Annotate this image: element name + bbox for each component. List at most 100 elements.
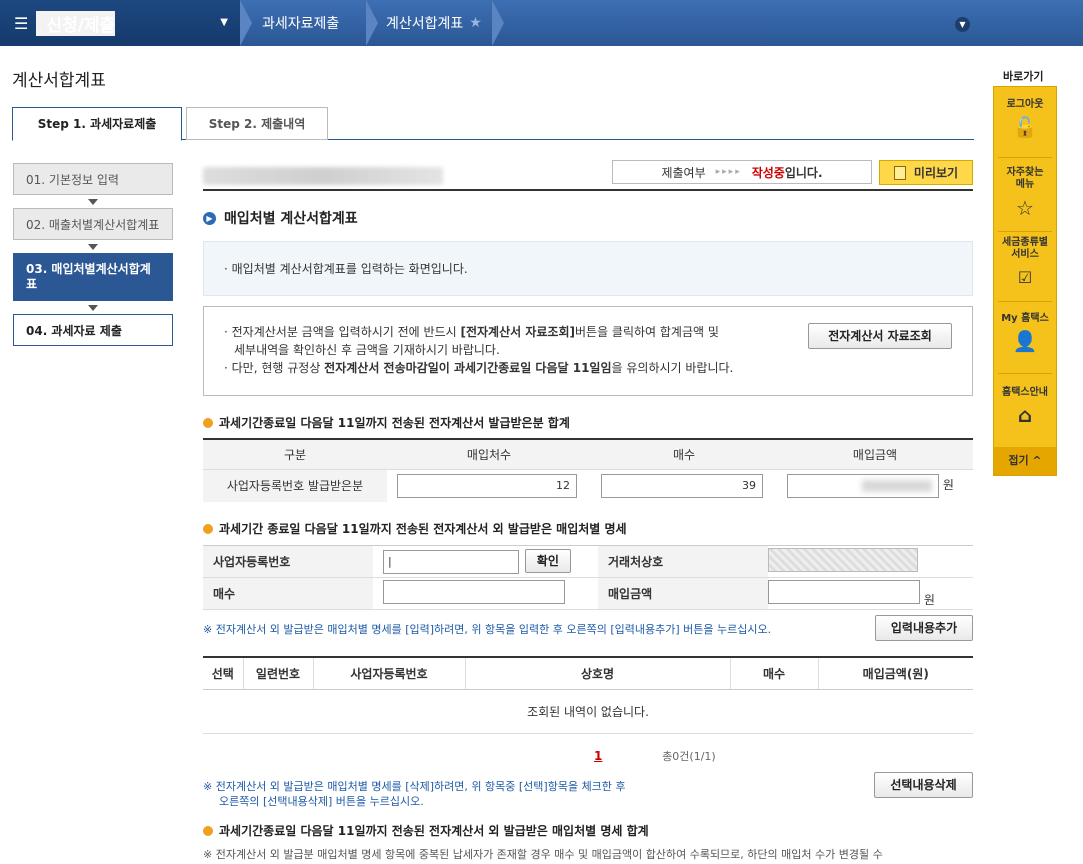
guidance-text: 버튼을 클릭하여 합계금액 및 [574,325,719,339]
total-count: 총0건(1/1) [662,750,716,763]
chevron-down-icon: ▼ [220,17,228,28]
checkbox-icon: ☑ [1017,268,1033,287]
status-value: 작성중 [751,165,785,180]
breadcrumb-separator [366,0,380,46]
col-header-sheets: 매수 [730,657,819,690]
quick-label: 세금종류별 서비스 [1002,237,1048,260]
quick-favorites[interactable]: 자주찾는 메뉴 ☆ [1003,167,1047,221]
preview-button[interactable]: 미리보기 [879,160,973,185]
entry-list-table: 선택 일련번호 사업자등록번호 상호명 매수 매입금액(원) 조회된 내역이 없… [203,656,973,734]
col-header: 구분 [203,439,387,470]
purchase-amount-field[interactable] [787,473,939,498]
breadcrumb-item-invoice-summary[interactable]: 계산서합계표 ★ [386,0,482,46]
bullet-icon [203,417,213,428]
taxpayer-info-redacted [203,167,443,185]
guidance-text: · 다만, 현행 규정상 [224,361,325,375]
quick-label: 자주찾는 메뉴 [1006,167,1044,190]
quick-label: 로그아웃 [1006,99,1044,110]
col-header: 매수 [591,439,777,470]
field-label: 매입금액 [598,577,768,610]
hamburger-icon: ☰ [14,13,29,33]
divider [998,373,1052,374]
delete-selected-button[interactable]: 선택내용삭제 [874,772,973,798]
main-menu-label: 신청/제출 [36,10,116,36]
arrow-down-icon [88,305,98,311]
person-icon: 👤 [1012,329,1038,353]
add-entry-button[interactable]: 입력내용추가 [875,615,973,641]
sheet-count-field[interactable]: 39 [601,473,763,498]
status-label: 제출여부 [661,165,706,180]
guidance-text: · 전자계산서분 금액을 입력하시기 전에 반드시 [224,325,461,339]
field-label: 거래처상호 [598,545,768,578]
arrow-down-icon [88,244,98,250]
bottom-summary-title: 과세기간종료일 다음달 11일까지 전송된 전자계산서 외 발급받은 매입처별 … [203,822,649,839]
step-basic-info[interactable]: 01. 기본정보 입력 [13,163,173,195]
tab-step2[interactable]: Step 2. 제출내역 [186,107,328,140]
info-box-intro: · 매입처별 계산서합계표를 입력하는 화면입니다. [203,241,973,296]
bullet-arrow-icon: ▶ [203,211,216,225]
step-purchase-summary[interactable]: 03. 매입처별계산서합계표 [13,253,173,301]
col-header-bizno: 사업자등록번호 [313,657,466,690]
preview-label: 미리보기 [913,166,959,180]
step-sales-summary[interactable]: 02. 매출처별계산서합계표 [13,208,173,240]
summary-title: 과세기간종료일 다음달 11일까지 전송된 전자계산서 발급받은분 합계 [203,414,570,431]
detail-title-text: 과세기간 종료일 다음달 11일까지 전송된 전자계산서 외 발급받은 매입처별… [219,522,627,536]
breadcrumb-separator [240,0,254,46]
detail-entry-form: 사업자등록번호 | 확인 거래처상호 매수 매입금액 원 [203,545,973,610]
quick-label: My 홈택스 [1001,313,1049,324]
sheets-input[interactable] [383,580,565,604]
top-navigation-bar: ☰ 신청/제출 ▼ 과세자료제출 계산서합계표 ★ ▼ [0,0,1083,46]
col-header-select: 선택 [203,657,244,690]
field-label: 사업자등록번호 [203,545,373,578]
won-unit: 원 [923,592,935,607]
quick-my-hometax[interactable]: My 홈택스 👤 [994,309,1056,354]
note-line: ※ 전자계산서 외 발급받은 매입처별 명세를 [삭제]하려면, 위 항목중 [… [203,780,626,793]
quick-hometax-guide[interactable]: 홈택스안내 ⌂ [994,383,1056,428]
step-tabs: Step 1. 과세자료제출 Step 2. 제출내역 [12,107,974,141]
business-number-input[interactable]: | [383,550,519,574]
add-instruction-note: ※ 전자계산서 외 발급받은 매입처별 명세를 [입력]하려면, 위 항목을 입… [203,623,772,636]
quick-menu-title: 바로가기 [1003,70,1044,83]
empty-message: 조회된 내역이 없습니다. [203,689,973,734]
breadcrumb-label: 계산서합계표 [386,16,464,32]
star-icon[interactable]: ★ [469,15,482,31]
bullet-icon [203,825,213,836]
e-invoice-lookup-button[interactable]: 전자계산서 자료조회 [808,323,952,349]
tab-step1[interactable]: Step 1. 과세자료제출 [12,107,182,141]
star-icon: ☆ [1016,196,1034,220]
submission-status: 제출여부 ▸▸▸▸ 작성중입니다. [612,160,872,184]
field-label: 매수 [203,577,373,610]
page-link[interactable]: 1 [594,749,602,763]
breadcrumb-item-submission[interactable]: 과세자료제출 [262,0,339,46]
guidance-bold: 전자계산서 전송마감일이 과세기간종료일 다음달 11일임 [324,361,612,375]
redacted-amount [862,479,932,492]
quick-label: 홈택스안내 [1002,387,1048,398]
divider [998,157,1052,158]
col-header: 매입처수 [387,439,591,470]
expand-menu-icon[interactable]: ▼ [955,17,970,32]
bullet-icon [203,523,213,534]
won-unit: 원 [942,477,954,492]
bottom-note: ※ 전자계산서 외 발급분 매입처별 명세 항목에 중복된 납세자가 존재할 경… [203,848,883,861]
amount-input[interactable] [768,579,920,604]
breadcrumb-separator [492,0,506,46]
quick-menu: 로그아웃 🔓 자주찾는 메뉴 ☆ 세금종류별 서비스 ☑ My 홈택스 👤 홈택… [993,86,1057,476]
confirm-button[interactable]: 확인 [524,549,571,573]
arrow-down-icon [88,199,98,205]
supplier-count-field[interactable]: 12 [397,473,577,498]
row-label: 사업자등록번호 발급받은분 [203,469,387,502]
col-header: 매입금액 [777,439,973,470]
col-header-name: 상호명 [465,657,731,690]
main-menu-button[interactable]: ☰ 신청/제출 ▼ [0,0,240,46]
step-submit[interactable]: 04. 과세자료 제출 [13,314,173,346]
guidance-text: 을 유의하시기 바랍니다. [611,361,734,375]
quick-tax-services[interactable]: 세금종류별 서비스 ☑ [999,237,1051,291]
quick-logout[interactable]: 로그아웃 🔓 [994,95,1056,140]
bottom-summary-title-text: 과세기간종료일 다음달 11일까지 전송된 전자계산서 외 발급받은 매입처별 … [219,824,649,838]
status-suffix: 입니다. [784,165,823,180]
unlock-icon: 🔓 [1012,115,1038,139]
e-invoice-summary-table: 구분 매입처수 매수 매입금액 사업자등록번호 발급받은분 12 39 원 [203,438,973,502]
section-title-text: 매입처별 계산서합계표 [224,211,358,227]
fold-button[interactable]: 접기 ^ [994,447,1056,475]
trader-name-field [768,548,918,572]
